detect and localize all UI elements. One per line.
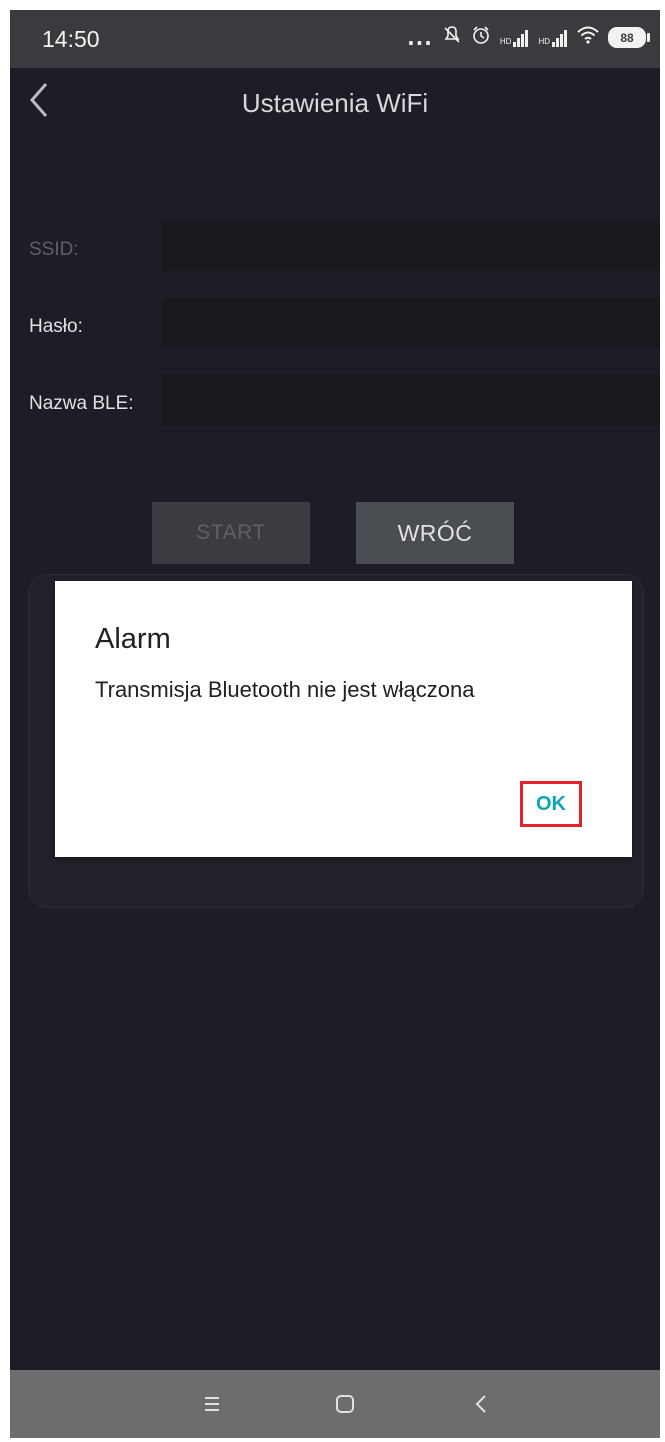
phone-screen: 14:50 ... HD HD 88 Ustawienia WiFi SSID:… [10,10,660,1438]
home-icon[interactable] [325,1384,365,1424]
battery-icon: 88 [608,27,650,48]
back-icon[interactable] [462,1384,502,1424]
ok-button[interactable]: OK [520,781,582,827]
menu-icon[interactable] [192,1384,232,1424]
mute-icon [442,25,462,50]
status-icons: ... HD HD 88 [407,25,650,50]
start-button[interactable]: START [152,502,310,564]
more-dots-icon: ... [407,25,433,50]
dialog-message: Transmisja Bluetooth nie jest włączona [95,677,475,702]
navigation-bar [10,1370,660,1438]
password-input[interactable] [162,298,660,348]
status-bar: 14:50 ... HD HD 88 [10,10,660,68]
page-title: Ustawienia WiFi [241,88,429,118]
alarm-icon [471,25,491,50]
hd-signal-icon: HD [538,29,568,47]
dialog-title: Alarm [95,623,171,655]
wifi-icon [577,26,599,49]
hd-signal-icon: HD [500,29,530,47]
back-button[interactable]: WRÓĆ [356,502,514,564]
ssid-input[interactable] [162,221,660,271]
alert-dialog: Alarm Transmisja Bluetooth nie jest włąc… [55,581,632,857]
ble-name-label: Nazwa BLE: [29,393,134,414]
status-time: 14:50 [42,26,100,52]
ssid-label: SSID: [29,239,79,260]
password-label: Hasło: [29,316,83,337]
ble-name-input[interactable] [162,375,660,425]
